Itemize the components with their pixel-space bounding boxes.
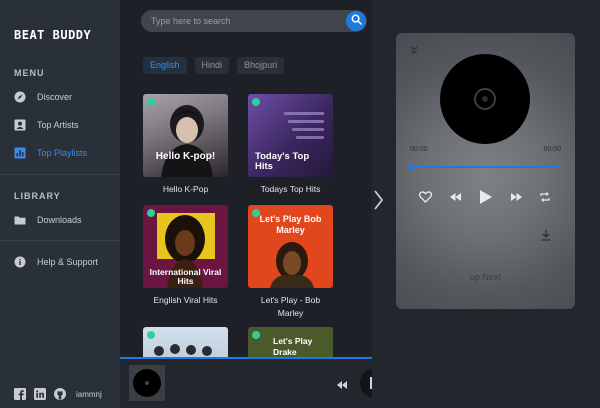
linkedin-icon[interactable] xyxy=(34,388,46,400)
spotify-badge-icon xyxy=(147,209,155,217)
facebook-icon[interactable] xyxy=(14,388,26,400)
playlist-art-text: Let's Play Drake xyxy=(273,336,313,357)
main-content: English Hindi Bhojpuri Hello K-pop! Hell… xyxy=(120,0,372,408)
spotify-badge-icon xyxy=(252,98,260,106)
library-section-title: LIBRARY xyxy=(14,191,61,201)
playlist-art: International Viral Hits xyxy=(143,205,228,288)
tab-hindi[interactable]: Hindi xyxy=(194,57,230,74)
info-icon xyxy=(14,256,26,268)
playlist-card[interactable]: Today's Top Hits Todays Top Hits xyxy=(248,94,333,196)
album-disc xyxy=(440,54,530,144)
playlist-art-text: Today's Top Hits xyxy=(255,151,310,172)
playlist-art-text: Hello K-pop! xyxy=(155,151,216,162)
artist-photo xyxy=(161,105,213,177)
previous-icon[interactable] xyxy=(336,378,348,390)
compass-icon xyxy=(14,91,26,103)
playlist-title: Hello K-Pop xyxy=(162,184,209,194)
sidebar-item-label: Help & Support xyxy=(37,257,99,267)
sidebar-item-help[interactable]: Help & Support xyxy=(14,256,98,268)
download-icon[interactable] xyxy=(540,228,552,241)
sidebar: BEAT BUDDY MENU Discover Top Artists Top… xyxy=(0,0,120,408)
app-logo[interactable]: BEAT BUDDY xyxy=(14,28,91,42)
chevron-right-icon[interactable] xyxy=(372,189,384,211)
repeat-icon[interactable] xyxy=(538,190,552,204)
playlist-art: Hello K-pop! xyxy=(143,94,228,177)
tab-english[interactable]: English xyxy=(143,57,187,74)
spotify-badge-icon xyxy=(147,98,155,106)
spotify-badge-icon xyxy=(147,331,155,339)
spotify-badge-icon xyxy=(252,331,260,339)
sidebar-divider xyxy=(0,174,120,175)
search-bar xyxy=(141,10,367,32)
sidebar-item-label: Downloads xyxy=(37,215,82,225)
mini-play-button[interactable] xyxy=(360,368,372,398)
sidebar-item-top-playlists[interactable]: Top Playlists xyxy=(14,147,87,159)
previous-icon[interactable] xyxy=(448,190,462,204)
github-icon[interactable] xyxy=(54,388,66,400)
playlist-card[interactable]: Hello K-pop! Hello K-Pop xyxy=(143,94,228,196)
mini-player xyxy=(120,359,372,408)
seek-handle[interactable] xyxy=(408,164,414,170)
playlist-art-text: International Viral Hits xyxy=(149,267,222,286)
menu-section-title: MENU xyxy=(14,68,45,78)
chart-icon xyxy=(14,147,26,159)
mini-player-art[interactable] xyxy=(129,365,165,401)
playlist-title: Let's Play - Bob Marley xyxy=(260,295,321,318)
playlist-title: Todays Top Hits xyxy=(260,184,321,194)
playlist-art-text: Let's Play Bob Marley xyxy=(259,214,322,235)
player-panel: 00:00 00:00 up Next xyxy=(372,0,600,408)
seek-bar[interactable] xyxy=(410,166,559,168)
next-icon[interactable] xyxy=(509,190,523,204)
disc-center xyxy=(482,96,488,102)
sidebar-item-label: Top Artists xyxy=(37,120,79,130)
search-button[interactable] xyxy=(346,11,366,31)
username[interactable]: iammnj xyxy=(76,390,102,399)
playlist-art: Let's Play Bob Marley xyxy=(248,205,333,288)
sidebar-divider xyxy=(0,240,120,241)
duration: 00:00 xyxy=(543,146,561,153)
sidebar-item-top-artists[interactable]: Top Artists xyxy=(14,119,79,131)
language-tabs: English Hindi Bhojpuri xyxy=(143,57,285,74)
search-input[interactable] xyxy=(151,13,331,29)
sidebar-item-label: Discover xyxy=(37,92,73,102)
sidebar-item-downloads[interactable]: Downloads xyxy=(14,214,82,226)
app-root: BEAT BUDDY MENU Discover Top Artists Top… xyxy=(0,0,600,408)
search-icon xyxy=(351,12,362,30)
disc-icon xyxy=(133,369,161,397)
folder-icon xyxy=(14,214,26,226)
portrait-icon xyxy=(14,119,26,131)
sidebar-item-label: Top Playlists xyxy=(37,148,88,158)
collapse-icon[interactable] xyxy=(410,41,418,54)
tab-bhojpuri[interactable]: Bhojpuri xyxy=(237,57,285,74)
playlist-art: Today's Top Hits xyxy=(248,94,333,177)
up-next-label[interactable]: up Next xyxy=(396,272,575,282)
play-icon[interactable] xyxy=(478,190,492,204)
heart-icon[interactable] xyxy=(418,190,432,204)
playlist-card[interactable]: International Viral Hits English Viral H… xyxy=(143,205,228,307)
playlist-card[interactable]: Let's Play Bob Marley Let's Play - Bob M… xyxy=(248,205,333,320)
now-playing-card: 00:00 00:00 up Next xyxy=(396,33,575,309)
current-time: 00:00 xyxy=(410,146,428,153)
social-links: iammnj xyxy=(14,388,102,400)
playlist-title: English Viral Hits xyxy=(153,295,218,305)
sidebar-item-discover[interactable]: Discover xyxy=(14,91,72,103)
